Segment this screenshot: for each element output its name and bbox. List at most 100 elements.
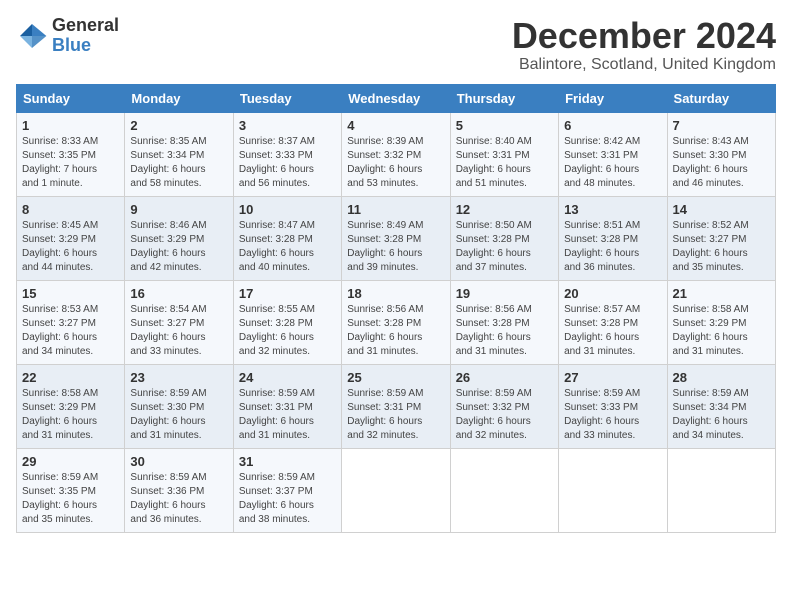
day-number: 5 bbox=[456, 118, 553, 133]
day-detail: Sunrise: 8:59 AM Sunset: 3:32 PM Dayligh… bbox=[456, 387, 553, 443]
day-detail: Sunrise: 8:59 AM Sunset: 3:36 PM Dayligh… bbox=[130, 471, 227, 527]
calendar-cell: 30Sunrise: 8:59 AM Sunset: 3:36 PM Dayli… bbox=[125, 448, 233, 532]
calendar-cell: 1 Sunrise: 8:33 AM Sunset: 3:35 PM Daylig… bbox=[17, 112, 125, 196]
calendar-cell: 6 Sunrise: 8:42 AM Sunset: 3:31 PM Daylig… bbox=[559, 112, 667, 196]
day-detail: Sunrise: 8:45 AM Sunset: 3:29 PM Dayligh… bbox=[22, 219, 119, 275]
calendar-cell bbox=[559, 448, 667, 532]
day-number: 24 bbox=[239, 370, 336, 385]
day-number: 26 bbox=[456, 370, 553, 385]
day-detail: Sunrise: 8:55 AM Sunset: 3:28 PM Dayligh… bbox=[239, 303, 336, 359]
calendar-cell: 5Sunrise: 8:40 AM Sunset: 3:31 PM Daylig… bbox=[450, 112, 558, 196]
day-number: 23 bbox=[130, 370, 227, 385]
day-detail: Sunrise: 8:47 AM Sunset: 3:28 PM Dayligh… bbox=[239, 219, 336, 275]
day-number: 2 bbox=[130, 118, 227, 133]
calendar-cell: 31Sunrise: 8:59 AM Sunset: 3:37 PM Dayli… bbox=[233, 448, 341, 532]
calendar-cell: 9 Sunrise: 8:46 AM Sunset: 3:29 PM Daylig… bbox=[125, 196, 233, 280]
day-number: 25 bbox=[347, 370, 444, 385]
day-detail: Sunrise: 8:59 AM Sunset: 3:31 PM Dayligh… bbox=[347, 387, 444, 443]
day-number: 16 bbox=[130, 286, 227, 301]
month-title: December 2024 bbox=[512, 16, 776, 56]
day-detail: Sunrise: 8:56 AM Sunset: 3:28 PM Dayligh… bbox=[347, 303, 444, 359]
calendar-cell: 18 Sunrise: 8:56 AM Sunset: 3:28 PM Dayli… bbox=[342, 280, 450, 364]
logo: General Blue bbox=[16, 16, 119, 56]
calendar-cell: 15 Sunrise: 8:53 AM Sunset: 3:27 PM Dayli… bbox=[17, 280, 125, 364]
calendar-body: 1 Sunrise: 8:33 AM Sunset: 3:35 PM Daylig… bbox=[17, 112, 776, 532]
day-number: 13 bbox=[564, 202, 661, 217]
calendar-cell: 3Sunrise: 8:37 AM Sunset: 3:33 PM Daylig… bbox=[233, 112, 341, 196]
column-header-tuesday: Tuesday bbox=[233, 84, 341, 112]
day-detail: Sunrise: 8:39 AM Sunset: 3:32 PM Dayligh… bbox=[347, 135, 444, 191]
calendar-cell: 24 Sunrise: 8:59 AM Sunset: 3:31 PM Dayli… bbox=[233, 364, 341, 448]
column-header-thursday: Thursday bbox=[450, 84, 558, 112]
day-detail: Sunrise: 8:46 AM Sunset: 3:29 PM Dayligh… bbox=[130, 219, 227, 275]
calendar-cell: 2Sunrise: 8:35 AM Sunset: 3:34 PM Daylig… bbox=[125, 112, 233, 196]
column-header-wednesday: Wednesday bbox=[342, 84, 450, 112]
day-detail: Sunrise: 8:53 AM Sunset: 3:27 PM Dayligh… bbox=[22, 303, 119, 359]
calendar: SundayMondayTuesdayWednesdayThursdayFrid… bbox=[16, 84, 776, 533]
day-number: 1 bbox=[22, 118, 119, 133]
header-row: SundayMondayTuesdayWednesdayThursdayFrid… bbox=[17, 84, 776, 112]
day-number: 28 bbox=[673, 370, 770, 385]
day-number: 27 bbox=[564, 370, 661, 385]
week-row: 8 Sunrise: 8:45 AM Sunset: 3:29 PM Daylig… bbox=[17, 196, 776, 280]
column-header-saturday: Saturday bbox=[667, 84, 775, 112]
calendar-header: SundayMondayTuesdayWednesdayThursdayFrid… bbox=[17, 84, 776, 112]
calendar-cell: 8 Sunrise: 8:45 AM Sunset: 3:29 PM Daylig… bbox=[17, 196, 125, 280]
calendar-cell: 26 Sunrise: 8:59 AM Sunset: 3:32 PM Dayli… bbox=[450, 364, 558, 448]
calendar-cell: 14Sunrise: 8:52 AM Sunset: 3:27 PM Dayli… bbox=[667, 196, 775, 280]
day-number: 17 bbox=[239, 286, 336, 301]
day-detail: Sunrise: 8:59 AM Sunset: 3:31 PM Dayligh… bbox=[239, 387, 336, 443]
calendar-cell: 16 Sunrise: 8:54 AM Sunset: 3:27 PM Dayli… bbox=[125, 280, 233, 364]
calendar-cell: 25 Sunrise: 8:59 AM Sunset: 3:31 PM Dayli… bbox=[342, 364, 450, 448]
calendar-cell: 29 Sunrise: 8:59 AM Sunset: 3:35 PM Dayli… bbox=[17, 448, 125, 532]
calendar-cell: 21 Sunrise: 8:58 AM Sunset: 3:29 PM Dayli… bbox=[667, 280, 775, 364]
calendar-cell: 22Sunrise: 8:58 AM Sunset: 3:29 PM Dayli… bbox=[17, 364, 125, 448]
day-detail: Sunrise: 8:51 AM Sunset: 3:28 PM Dayligh… bbox=[564, 219, 661, 275]
day-detail: Sunrise: 8:49 AM Sunset: 3:28 PM Dayligh… bbox=[347, 219, 444, 275]
calendar-cell: 19Sunrise: 8:56 AM Sunset: 3:28 PM Dayli… bbox=[450, 280, 558, 364]
calendar-cell: 17 Sunrise: 8:55 AM Sunset: 3:28 PM Dayli… bbox=[233, 280, 341, 364]
calendar-cell: 23 Sunrise: 8:59 AM Sunset: 3:30 PM Dayli… bbox=[125, 364, 233, 448]
day-detail: Sunrise: 8:59 AM Sunset: 3:34 PM Dayligh… bbox=[673, 387, 770, 443]
calendar-cell: 27 Sunrise: 8:59 AM Sunset: 3:33 PM Dayli… bbox=[559, 364, 667, 448]
calendar-cell: 13 Sunrise: 8:51 AM Sunset: 3:28 PM Dayli… bbox=[559, 196, 667, 280]
column-header-monday: Monday bbox=[125, 84, 233, 112]
day-detail: Sunrise: 8:50 AM Sunset: 3:28 PM Dayligh… bbox=[456, 219, 553, 275]
column-header-friday: Friday bbox=[559, 84, 667, 112]
logo-icon bbox=[16, 20, 48, 52]
calendar-cell: 10Sunrise: 8:47 AM Sunset: 3:28 PM Dayli… bbox=[233, 196, 341, 280]
column-header-sunday: Sunday bbox=[17, 84, 125, 112]
calendar-cell: 7 Sunrise: 8:43 AM Sunset: 3:30 PM Daylig… bbox=[667, 112, 775, 196]
day-detail: Sunrise: 8:56 AM Sunset: 3:28 PM Dayligh… bbox=[456, 303, 553, 359]
day-number: 8 bbox=[22, 202, 119, 217]
calendar-cell: 28 Sunrise: 8:59 AM Sunset: 3:34 PM Dayli… bbox=[667, 364, 775, 448]
day-detail: Sunrise: 8:59 AM Sunset: 3:35 PM Dayligh… bbox=[22, 471, 119, 527]
day-detail: Sunrise: 8:59 AM Sunset: 3:33 PM Dayligh… bbox=[564, 387, 661, 443]
day-number: 18 bbox=[347, 286, 444, 301]
header: General Blue December 2024 Balintore, Sc… bbox=[16, 16, 776, 74]
week-row: 1 Sunrise: 8:33 AM Sunset: 3:35 PM Daylig… bbox=[17, 112, 776, 196]
day-detail: Sunrise: 8:54 AM Sunset: 3:27 PM Dayligh… bbox=[130, 303, 227, 359]
week-row: 29 Sunrise: 8:59 AM Sunset: 3:35 PM Dayli… bbox=[17, 448, 776, 532]
day-detail: Sunrise: 8:43 AM Sunset: 3:30 PM Dayligh… bbox=[673, 135, 770, 191]
day-number: 15 bbox=[22, 286, 119, 301]
calendar-cell: 11Sunrise: 8:49 AM Sunset: 3:28 PM Dayli… bbox=[342, 196, 450, 280]
day-detail: Sunrise: 8:59 AM Sunset: 3:30 PM Dayligh… bbox=[130, 387, 227, 443]
day-number: 21 bbox=[673, 286, 770, 301]
day-number: 29 bbox=[22, 454, 119, 469]
day-number: 7 bbox=[673, 118, 770, 133]
day-number: 4 bbox=[347, 118, 444, 133]
day-number: 9 bbox=[130, 202, 227, 217]
day-detail: Sunrise: 8:52 AM Sunset: 3:27 PM Dayligh… bbox=[673, 219, 770, 275]
week-row: 15 Sunrise: 8:53 AM Sunset: 3:27 PM Dayli… bbox=[17, 280, 776, 364]
logo-text: General Blue bbox=[52, 16, 119, 56]
day-number: 6 bbox=[564, 118, 661, 133]
day-detail: Sunrise: 8:58 AM Sunset: 3:29 PM Dayligh… bbox=[673, 303, 770, 359]
day-detail: Sunrise: 8:42 AM Sunset: 3:31 PM Dayligh… bbox=[564, 135, 661, 191]
calendar-cell: 20Sunrise: 8:57 AM Sunset: 3:28 PM Dayli… bbox=[559, 280, 667, 364]
day-detail: Sunrise: 8:33 AM Sunset: 3:35 PM Dayligh… bbox=[22, 135, 119, 191]
day-detail: Sunrise: 8:57 AM Sunset: 3:28 PM Dayligh… bbox=[564, 303, 661, 359]
calendar-cell bbox=[667, 448, 775, 532]
calendar-cell bbox=[450, 448, 558, 532]
day-number: 22 bbox=[22, 370, 119, 385]
